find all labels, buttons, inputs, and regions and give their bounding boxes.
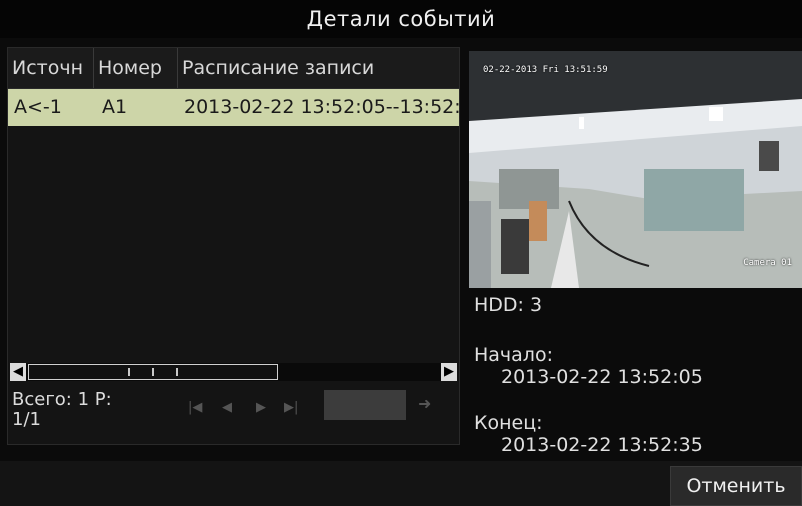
cell-number: A1 <box>102 96 128 118</box>
scroll-right-icon[interactable]: ▶ <box>441 363 457 381</box>
table-header: Источн Номер Расписание записи <box>8 48 459 89</box>
cell-schedule: 2013-02-22 13:52:05--13:52:35 <box>184 96 459 118</box>
end-value: 2013-02-22 13:52:35 <box>501 434 703 456</box>
pages-label: 1/1 <box>12 409 41 430</box>
horizontal-scrollbar[interactable]: ◀ ▶ <box>10 363 457 381</box>
scroll-thumb[interactable] <box>28 364 278 380</box>
start-label: Начало: <box>474 344 553 366</box>
skip-first-icon[interactable]: |◀ <box>188 400 202 415</box>
column-header-source[interactable]: Источн <box>8 48 94 88</box>
end-label: Конец: <box>474 412 543 434</box>
start-value: 2013-02-22 13:52:05 <box>501 366 703 388</box>
cancel-button[interactable]: Отменить <box>670 466 802 506</box>
page-number-input[interactable] <box>324 390 406 420</box>
osd-camera-name: Camera 01 <box>743 258 792 268</box>
dialog-title-bar: Детали событий <box>0 0 802 38</box>
hdd-info: HDD: 3 <box>474 294 543 316</box>
table-body: A<-1 A1 2013-02-22 13:52:05--13:52:35 <box>8 89 459 361</box>
grip-mark <box>176 368 178 376</box>
total-label: Всего: 1 P: <box>12 389 112 410</box>
pagination-info: Всего: 1 P: 1/1 <box>12 390 182 430</box>
camera-frame-image <box>469 51 802 288</box>
skip-last-icon[interactable]: ▶| <box>284 400 298 415</box>
next-icon[interactable]: ▶ <box>256 400 266 415</box>
event-list-panel: Источн Номер Расписание записи A<-1 A1 2… <box>7 47 460 445</box>
video-preview: 02-22-2013 Fri 13:51:59 Camera 01 <box>469 51 802 288</box>
column-header-number[interactable]: Номер <box>94 48 178 88</box>
dialog-title: Детали событий <box>306 7 496 31</box>
scroll-left-icon[interactable]: ◀ <box>10 363 26 381</box>
column-header-schedule[interactable]: Расписание записи <box>178 48 459 88</box>
prev-icon[interactable]: ◀ <box>222 400 232 415</box>
table-row[interactable]: A<-1 A1 2013-02-22 13:52:05--13:52:35 <box>8 89 459 126</box>
grip-mark <box>128 368 130 376</box>
cell-source: A<-1 <box>14 96 62 118</box>
grip-mark <box>152 368 154 376</box>
osd-timestamp: 02-22-2013 Fri 13:51:59 <box>483 65 608 75</box>
pagination: Всего: 1 P: 1/1 |◀ ◀ ▶ ▶| ➜ <box>8 386 459 442</box>
go-arrow-icon[interactable]: ➜ <box>418 394 431 413</box>
